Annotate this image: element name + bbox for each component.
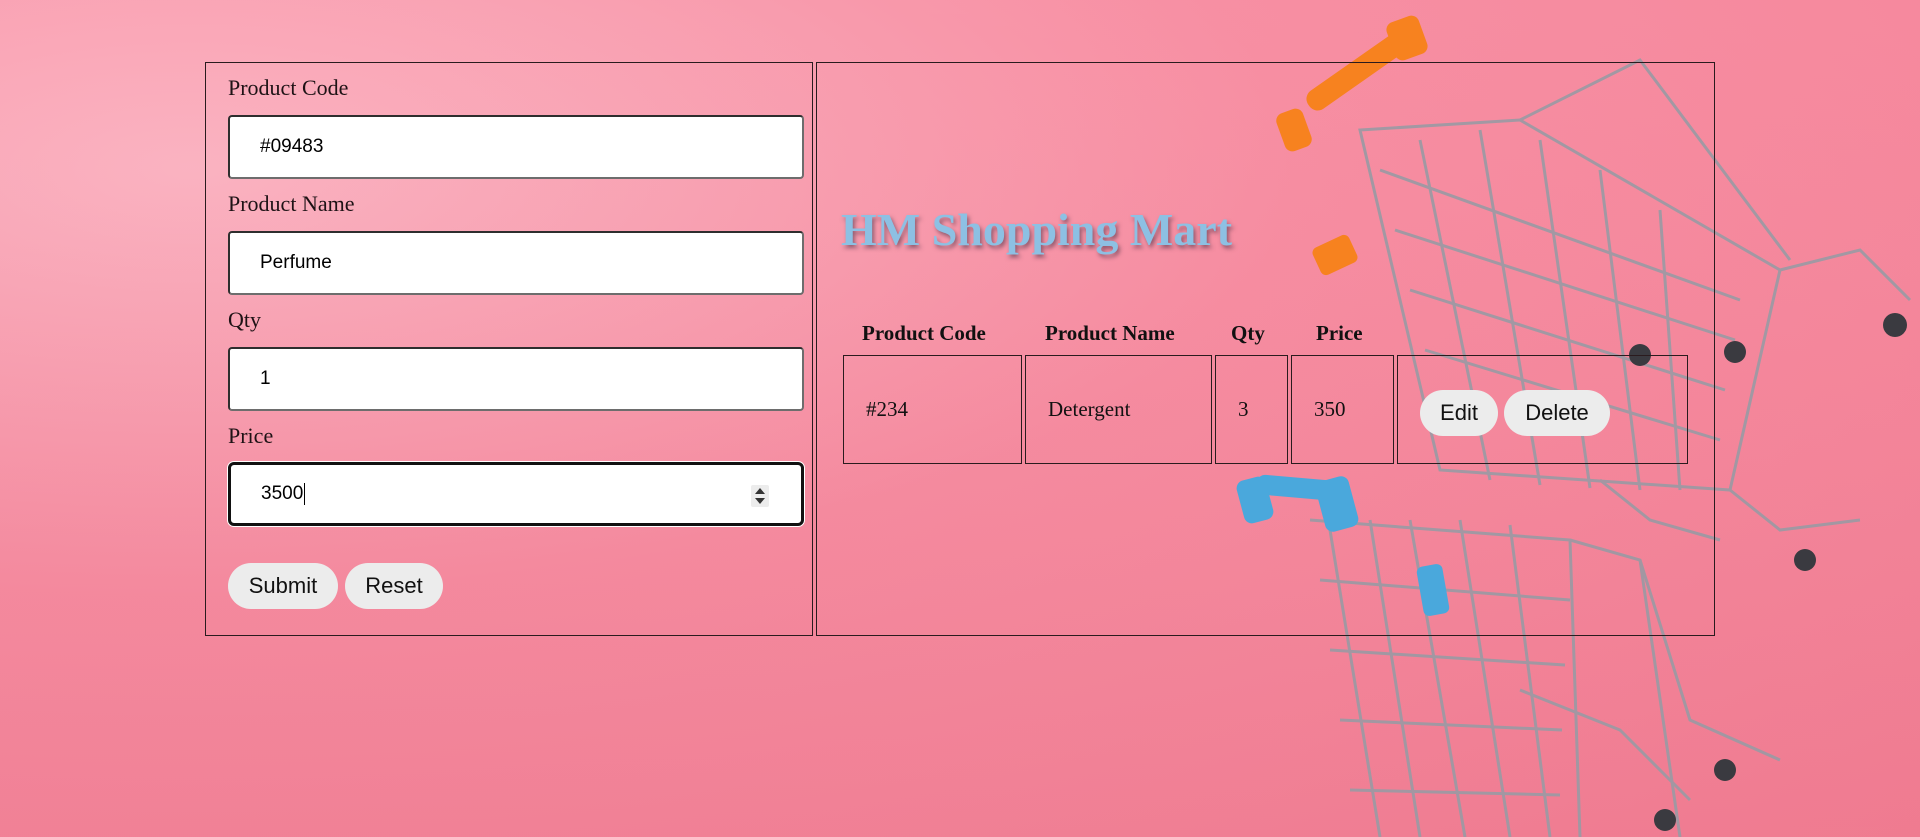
edit-button[interactable]: Edit bbox=[1420, 390, 1498, 436]
qty-label: Qty bbox=[228, 307, 261, 332]
submit-button[interactable]: Submit bbox=[228, 563, 338, 609]
price-label: Price bbox=[228, 423, 274, 448]
product-list-panel: HM Shopping Mart Product Code Product Na… bbox=[816, 62, 1715, 636]
column-header-product-name: Product Name bbox=[1045, 321, 1175, 345]
cell-value: 350 bbox=[1314, 397, 1346, 421]
number-spinner-icon[interactable] bbox=[751, 485, 769, 507]
cell-value: 3 bbox=[1238, 397, 1249, 421]
cell-value: Detergent bbox=[1048, 397, 1131, 421]
text-caret bbox=[304, 483, 306, 505]
product-form-panel: Product Code #09483 Product Name Perfume… bbox=[205, 62, 813, 636]
column-header-price: Price bbox=[1316, 321, 1363, 345]
product-name-value: Perfume bbox=[260, 252, 332, 273]
qty-value: 1 bbox=[260, 368, 271, 389]
product-code-input[interactable]: #09483 bbox=[228, 115, 804, 179]
table-cell-actions: Edit Delete bbox=[1397, 355, 1688, 464]
table-cell-qty: 3 bbox=[1215, 355, 1288, 464]
table-cell-product-name: Detergent bbox=[1025, 355, 1212, 464]
reset-button[interactable]: Reset bbox=[345, 563, 443, 609]
qty-input[interactable]: 1 bbox=[228, 347, 804, 411]
price-input[interactable]: 3500 bbox=[228, 462, 804, 526]
product-name-label: Product Name bbox=[228, 191, 355, 216]
product-code-label: Product Code bbox=[228, 75, 349, 100]
table-cell-price: 350 bbox=[1291, 355, 1394, 464]
page-title: HM Shopping Mart bbox=[841, 204, 1233, 255]
delete-button[interactable]: Delete bbox=[1504, 390, 1610, 436]
product-code-value: #09483 bbox=[260, 136, 324, 157]
product-name-input[interactable]: Perfume bbox=[228, 231, 804, 295]
column-header-qty: Qty bbox=[1231, 321, 1265, 345]
cell-value: #234 bbox=[866, 397, 908, 421]
column-header-product-code: Product Code bbox=[862, 321, 986, 345]
price-value: 3500 bbox=[261, 483, 304, 504]
table-cell-product-code: #234 bbox=[843, 355, 1022, 464]
